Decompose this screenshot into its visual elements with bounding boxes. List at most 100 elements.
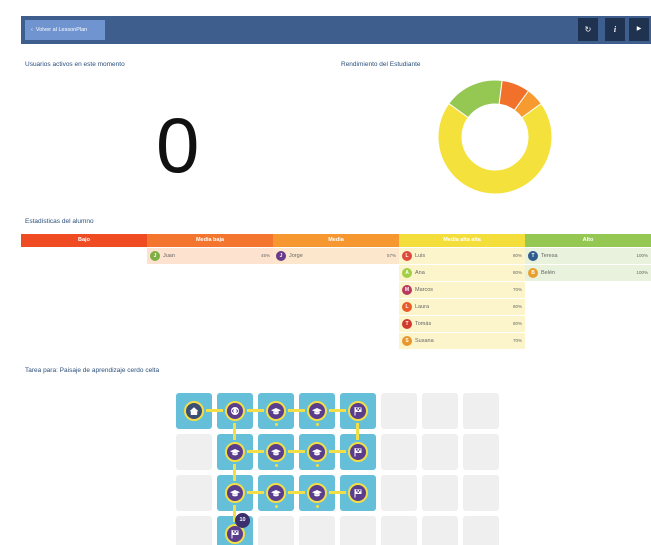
student-name: Juan	[163, 253, 175, 259]
empty-cell	[463, 434, 499, 470]
active-users-count: 0	[156, 101, 200, 189]
path-connector	[247, 450, 264, 453]
stats-column: Media baja J Juan 45%	[147, 234, 273, 264]
student-name: Luis	[415, 253, 426, 259]
stats-column-header: Media	[273, 234, 399, 247]
student-score: 70%	[512, 338, 522, 343]
empty-cell	[422, 475, 458, 511]
student-avatar: B	[528, 268, 538, 278]
graduation-cap-icon[interactable]	[266, 483, 286, 503]
empty-cell	[299, 516, 335, 545]
empty-cell	[463, 393, 499, 429]
empty-cell	[258, 516, 294, 545]
student-row[interactable]: S Susana 70%	[399, 333, 525, 349]
empty-cell	[381, 434, 417, 470]
student-name: Belén	[541, 270, 556, 276]
path-connector	[329, 450, 346, 453]
student-name: Tomás	[415, 321, 432, 327]
top-bar: ‹ Volver al LessonPlan ↻ i ▶	[21, 16, 651, 44]
student-score: 100%	[636, 270, 648, 275]
student-row[interactable]: M Marcos 70%	[399, 282, 525, 298]
stats-column: Media J Jorge 57%	[273, 234, 399, 264]
student-row[interactable]: J Juan 45%	[147, 248, 273, 264]
empty-cell	[422, 516, 458, 545]
graduation-cap-icon[interactable]	[225, 442, 245, 462]
empty-cell	[422, 393, 458, 429]
student-row[interactable]: J Jorge 57%	[273, 248, 399, 264]
student-avatar: L	[402, 302, 412, 312]
empty-cell	[176, 434, 212, 470]
path-connector	[329, 409, 346, 412]
path-connector	[247, 491, 264, 494]
path-connector	[288, 491, 305, 494]
student-row[interactable]: A Ana 80%	[399, 265, 525, 281]
empty-cell	[381, 475, 417, 511]
stats-column-header: Alto	[525, 234, 651, 247]
empty-cell	[176, 516, 212, 545]
flag-icon[interactable]	[348, 483, 368, 503]
graduation-cap-icon[interactable]	[266, 401, 286, 421]
student-avatar: S	[402, 336, 412, 346]
path-connector	[288, 450, 305, 453]
info-icon: i	[613, 25, 617, 34]
student-row[interactable]: T Tomás 80%	[399, 316, 525, 332]
path-connector	[329, 491, 346, 494]
active-users-title: Usuarios activos en este momento	[25, 61, 125, 68]
back-button-label: Volver al LessonPlan	[35, 27, 88, 33]
path-connector	[233, 423, 236, 440]
graduation-cap-icon[interactable]	[307, 442, 327, 462]
stats-column: Media alta alta L Luis 80% A Ana 80% M Marcos 70%…	[399, 234, 525, 349]
back-to-lessonplan-button[interactable]: ‹ Volver al LessonPlan	[25, 20, 105, 40]
refresh-button[interactable]: ↻	[578, 18, 598, 41]
progress-dot	[316, 464, 319, 467]
student-count-badge: 10	[235, 513, 250, 528]
chevron-left-icon: ‹	[31, 27, 33, 33]
student-avatar: J	[276, 251, 286, 261]
empty-cell	[463, 475, 499, 511]
task-title: Tarea para: Paisaje de aprendizaje cerdo…	[25, 367, 160, 374]
student-score: 70%	[512, 287, 522, 292]
info-button[interactable]: i	[605, 18, 625, 41]
student-name: Jorge	[289, 253, 303, 259]
home-icon[interactable]	[184, 401, 204, 421]
play-button[interactable]: ▶	[629, 18, 649, 41]
path-connector	[356, 423, 359, 440]
empty-cell	[463, 516, 499, 545]
flag-icon[interactable]	[348, 442, 368, 462]
student-avatar: M	[402, 285, 412, 295]
graduation-cap-icon[interactable]	[225, 483, 245, 503]
student-score: 100%	[636, 253, 648, 258]
empty-cell	[381, 516, 417, 545]
student-row[interactable]: L Laura 80%	[399, 299, 525, 315]
performance-title: Rendimiento del Estudiante	[341, 61, 421, 68]
stats-column-header: Media alta alta	[399, 234, 525, 247]
graduation-cap-icon[interactable]	[307, 483, 327, 503]
progress-dot	[275, 505, 278, 508]
donut-slice	[437, 102, 553, 195]
student-avatar: J	[150, 251, 160, 261]
student-score: 57%	[386, 253, 396, 258]
learning-landscape-grid: 10	[176, 393, 499, 545]
student-score: 45%	[260, 253, 270, 258]
progress-dot	[316, 423, 319, 426]
progress-dot	[275, 464, 278, 467]
empty-cell	[422, 434, 458, 470]
student-name: Laura	[415, 304, 430, 310]
student-score: 80%	[512, 270, 522, 275]
student-row[interactable]: L Luis 80%	[399, 248, 525, 264]
graduation-cap-icon[interactable]	[307, 401, 327, 421]
code-icon[interactable]	[225, 401, 245, 421]
graduation-cap-icon[interactable]	[266, 442, 286, 462]
path-connector	[206, 409, 223, 412]
stats-column-header: Media baja	[147, 234, 273, 247]
flag-icon[interactable]	[348, 401, 368, 421]
student-avatar: T	[528, 251, 538, 261]
student-name: Susana	[415, 338, 434, 344]
path-connector	[233, 464, 236, 481]
student-avatar: L	[402, 251, 412, 261]
student-name: Ana	[415, 270, 425, 276]
student-row[interactable]: B Belén 100%	[525, 265, 651, 281]
empty-cell	[381, 393, 417, 429]
student-row[interactable]: T Teresa 100%	[525, 248, 651, 264]
path-connector	[247, 409, 264, 412]
